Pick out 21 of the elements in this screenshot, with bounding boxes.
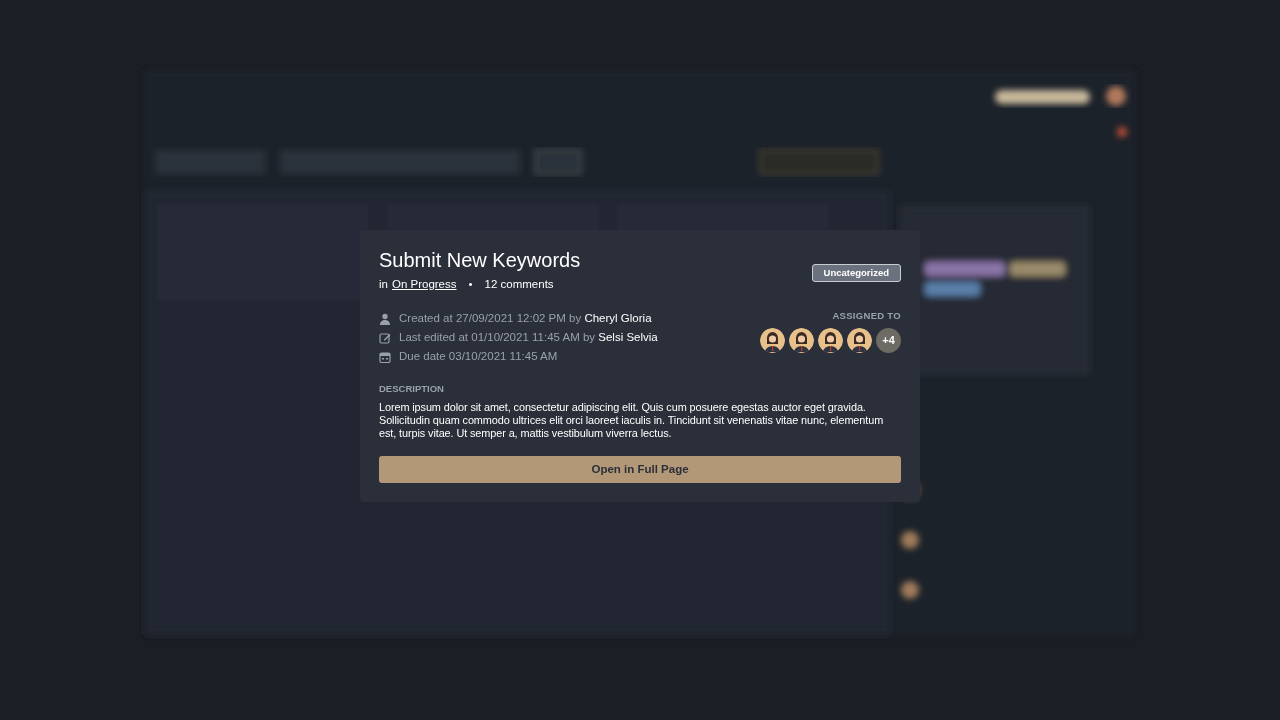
calendar-icon: [379, 350, 391, 363]
description-label: DESCRIPTION: [379, 382, 445, 397]
list-link[interactable]: On Progress: [391, 276, 457, 294]
category-tag: Uncategorized: [811, 264, 901, 283]
meta-line: Created at 27/09/2021 12:02 PM by Cheryl Gloria: [399, 311, 652, 327]
bullet-dot: •: [467, 277, 474, 292]
meta-line: Last edited at 01/10/2021 11:45 AM by Selsi Selvia: [399, 330, 658, 346]
avatar: [818, 327, 843, 353]
assigned-label: ASSIGNED TO: [832, 309, 901, 324]
meta-line: Due date 03/10/2021 11:45 AM: [399, 349, 558, 365]
list-prefix: in: [379, 277, 388, 292]
task-title: Submit New Keywords: [379, 248, 581, 272]
comment-count: 12 comments: [484, 277, 554, 292]
description-text: Lorem ipsum dolor sit amet, consectetur adipiscing elit. Quis cum posuere egestas auctor eget gravida. Sollicitudin quam commodo ultrices elit orci laoreet iaculis in. Tincidunt sit venenatis vitae nunc, elementum est, turpis vitae. Ut semper a, mattis vestibulum viverra lectus.: [379, 400, 885, 440]
user-icon: [379, 312, 391, 325]
avatar: [760, 327, 785, 353]
avatar: [789, 327, 814, 353]
more-assignees-count: +4: [876, 327, 901, 353]
avatar: [847, 327, 872, 353]
open-full-page-button[interactable]: Open in Full Page: [379, 455, 901, 483]
edit-icon: [379, 331, 391, 344]
